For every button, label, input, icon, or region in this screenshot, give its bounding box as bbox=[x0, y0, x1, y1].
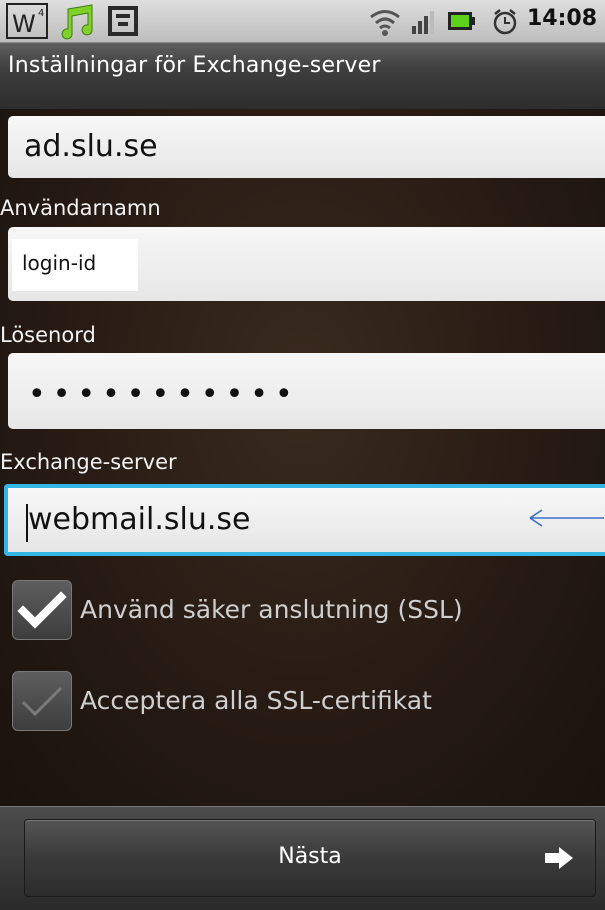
battery-icon bbox=[448, 12, 475, 30]
password-value: ••••••••••• bbox=[28, 377, 300, 412]
page-title: Inställningar för Exchange-server bbox=[8, 53, 381, 78]
accept-all-certs-checkbox[interactable] bbox=[12, 671, 72, 731]
checkmark-icon bbox=[17, 591, 67, 629]
signal-icon bbox=[412, 11, 434, 34]
domain-field[interactable]: ad.slu.se bbox=[8, 116, 605, 178]
title-bar: Inställningar för Exchange-server bbox=[0, 43, 605, 109]
svg-text:4: 4 bbox=[38, 8, 44, 19]
username-label: Användarnamn bbox=[0, 196, 161, 220]
accept-all-certs-label[interactable]: Acceptera alla SSL-certifikat bbox=[80, 686, 432, 715]
next-button-label: Nästa bbox=[278, 844, 342, 869]
wifi-icon bbox=[370, 10, 400, 36]
svg-text:W: W bbox=[12, 10, 36, 38]
ssl-checkbox[interactable] bbox=[12, 580, 72, 640]
domain-value: ad.slu.se bbox=[24, 129, 158, 164]
checkmark-icon bbox=[21, 686, 63, 717]
annotation-arrow-icon bbox=[529, 509, 604, 527]
widget-w-icon: W 4 bbox=[6, 3, 48, 39]
next-button[interactable]: Nästa bbox=[24, 819, 596, 897]
alarm-icon bbox=[493, 9, 517, 35]
status-time: 14:08 bbox=[526, 6, 597, 31]
arrow-right-icon bbox=[545, 847, 573, 869]
server-label: Exchange-server bbox=[0, 450, 177, 474]
sync-app-icon bbox=[108, 6, 138, 36]
server-field[interactable]: webmail.slu.se bbox=[4, 484, 605, 556]
ssl-checkbox-label[interactable]: Använd säker anslutning (SSL) bbox=[80, 595, 463, 624]
bottom-bar: Nästa bbox=[0, 806, 605, 910]
status-bar: W 4 14:08 bbox=[0, 0, 605, 43]
password-label: Lösenord bbox=[0, 323, 96, 347]
password-field[interactable]: ••••••••••• bbox=[8, 353, 605, 429]
server-value: webmail.slu.se bbox=[28, 502, 251, 537]
username-value: login-id bbox=[22, 251, 97, 275]
username-value-box: login-id bbox=[12, 239, 138, 291]
music-note-icon bbox=[61, 4, 93, 40]
username-field[interactable]: login-id bbox=[8, 227, 605, 301]
